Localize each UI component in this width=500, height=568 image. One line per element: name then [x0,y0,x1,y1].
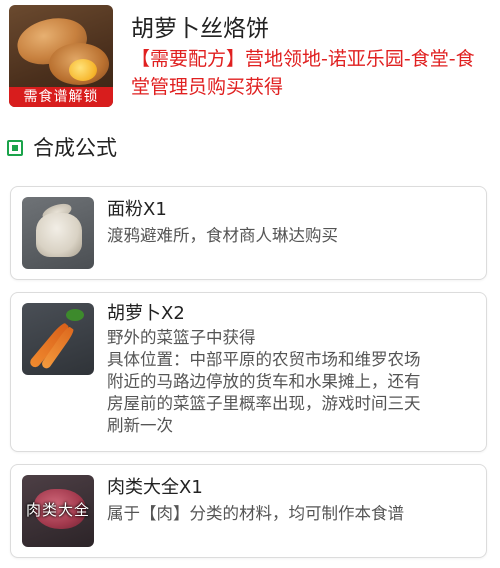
green-square-icon [7,140,23,156]
ingredient-card-flour: 面粉X1 渡鸦避难所，食材商人琳达购买 [10,186,487,280]
ingredient-description: 野外的菜篮子中获得 具体位置：中部平原的农贸市场和维罗农场 附近的马路边停放的货… [107,327,481,437]
unlock-ribbon: 需食谱解锁 [9,87,113,107]
ingredient-name: 肉类大全X1 [107,477,203,498]
recipe-thumbnail: 需食谱解锁 [9,5,113,107]
meat-icon: 肉类大全 [22,475,94,547]
ingredient-description: 渡鸦避难所，食材商人琳达购买 [107,226,338,245]
carrot-icon [22,303,94,375]
ingredient-card-carrot: 胡萝卜X2 野外的菜篮子中获得 具体位置：中部平原的农贸市场和维罗农场 附近的马… [10,292,487,452]
bread-filling [69,59,97,81]
recipe-header: 需食谱解锁 胡萝卜丝烙饼 【需要配方】营地领地-诺亚乐园-食堂-食堂管理员购买获… [9,5,494,109]
section-title: 合成公式 [33,136,117,160]
ingredient-name: 胡萝卜X2 [107,303,185,324]
description-line: 野外的菜篮子中获得 [107,328,256,347]
sack-body [36,213,82,257]
description-line: 具体位置：中部平原的农贸市场和维罗农场 [107,350,421,369]
flour-sack-icon [22,197,94,269]
ingredient-card-meat: 肉类大全 肉类大全X1 属于【肉】分类的材料，均可制作本食谱 [10,464,487,558]
carrot-leaf [66,309,84,321]
description-line: 刷新一次 [107,416,173,435]
recipe-source: 【需要配方】营地领地-诺亚乐园-食堂-食堂管理员购买获得 [131,48,475,98]
recipe-title: 胡萝卜丝烙饼 [131,16,269,42]
ingredient-name: 面粉X1 [107,199,167,220]
ingredient-description: 属于【肉】分类的材料，均可制作本食谱 [107,504,404,523]
meat-thumb-label: 肉类大全 [25,501,90,519]
description-line: 房屋前的菜篮子里概率出现，游戏时间三天 [107,394,421,413]
description-line: 附近的马路边停放的货车和水果摊上，还有 [107,372,421,391]
